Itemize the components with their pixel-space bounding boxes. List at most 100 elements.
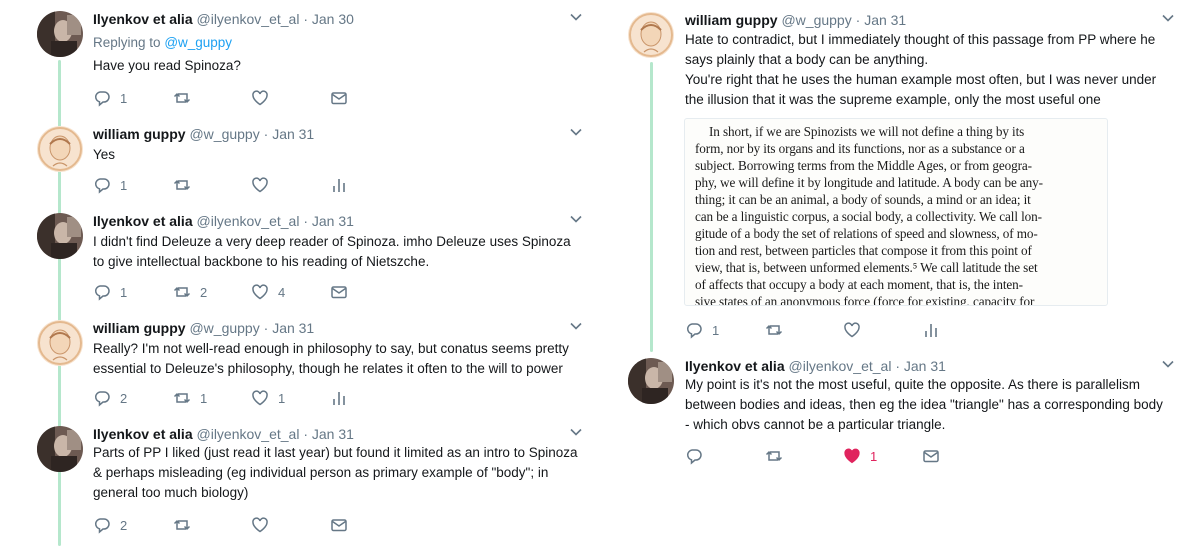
- analytics-button[interactable]: [922, 320, 940, 340]
- avatar-ilyenkov[interactable]: [628, 358, 674, 404]
- excerpt-line: gitude of a body the set of relations of…: [695, 226, 1038, 241]
- reply-button[interactable]: [685, 446, 712, 466]
- chevron-down-icon[interactable]: [569, 10, 583, 24]
- reply-button[interactable]: 2: [93, 515, 127, 535]
- avatar-guppy[interactable]: [37, 126, 83, 172]
- analytics-button[interactable]: [330, 388, 348, 408]
- reply-button[interactable]: 1: [93, 175, 127, 195]
- reply-button[interactable]: 2: [93, 388, 127, 408]
- heart-filled-icon: [844, 448, 860, 464]
- separator: ·: [303, 426, 308, 442]
- author-name[interactable]: Ilyenkov et alia: [685, 358, 785, 374]
- heart-icon: [252, 90, 268, 106]
- reply-icon: [686, 449, 702, 465]
- excerpt-line: thing; it can be an animal, a body of so…: [695, 192, 1031, 207]
- chevron-down-icon[interactable]: [569, 125, 583, 139]
- retweet-icon: [173, 179, 191, 191]
- excerpt-line: of affects that occupy a body at each mo…: [695, 277, 1023, 292]
- like-button[interactable]: [251, 88, 278, 108]
- like-button[interactable]: [251, 175, 278, 195]
- heart-icon: [252, 390, 268, 406]
- tweet-line: - which obvs cannot be a particular tria…: [685, 417, 946, 432]
- analytics-button[interactable]: [330, 175, 348, 195]
- tweet-header: Ilyenkov et alia @ilyenkov_et_al · Jan 3…: [93, 213, 354, 229]
- tweet-line: Parts of PP I liked (just read it last y…: [93, 445, 578, 460]
- author-handle[interactable]: @w_guppy: [781, 12, 851, 28]
- avatar-guppy[interactable]: [37, 320, 83, 366]
- tweet-date[interactable]: Jan 31: [312, 426, 354, 442]
- author-handle[interactable]: @w_guppy: [189, 320, 259, 336]
- analytics-icon: [333, 392, 345, 405]
- chevron-down-icon[interactable]: [569, 425, 583, 439]
- reply-button[interactable]: 1: [685, 320, 719, 340]
- tweet-date[interactable]: Jan 31: [312, 213, 354, 229]
- separator: ·: [895, 358, 900, 374]
- tweet-text: My point is it's not the most useful, qu…: [685, 375, 1163, 435]
- like-button[interactable]: 1: [843, 446, 877, 466]
- mention-link[interactable]: @w_guppy: [164, 35, 232, 50]
- tweet-line: essential to Deleuze's philosophy, thoug…: [93, 361, 563, 376]
- retweet-icon: [173, 286, 191, 298]
- retweet-button[interactable]: [173, 88, 200, 108]
- excerpt-line: view, that is, between unformed elements…: [695, 260, 1038, 275]
- author-name[interactable]: Ilyenkov et alia: [93, 426, 193, 442]
- retweet-button[interactable]: [173, 175, 200, 195]
- retweet-button[interactable]: [173, 515, 200, 535]
- retweet-button[interactable]: 1: [173, 388, 207, 408]
- like-button[interactable]: [251, 515, 278, 535]
- dm-button[interactable]: [330, 282, 348, 302]
- separator: ·: [303, 11, 308, 27]
- tweet-date[interactable]: Jan 30: [312, 11, 354, 27]
- excerpt-line: phy, we will define it by longitude and …: [695, 175, 1043, 190]
- reply-button[interactable]: 1: [93, 282, 127, 302]
- avatar-guppy[interactable]: [628, 12, 674, 58]
- tweet-date[interactable]: Jan 31: [272, 126, 314, 142]
- tweet-header: Ilyenkov et alia @ilyenkov_et_al · Jan 3…: [93, 426, 354, 442]
- separator: ·: [263, 320, 269, 336]
- retweet-button[interactable]: [765, 320, 792, 340]
- author-name[interactable]: Ilyenkov et alia: [93, 11, 193, 27]
- tweet-line: You're right that he uses the human exam…: [685, 72, 1157, 87]
- tweet-line: Yes: [93, 147, 116, 162]
- chevron-down-icon[interactable]: [1161, 11, 1175, 25]
- author-handle[interactable]: @ilyenkov_et_al: [197, 11, 300, 27]
- author-handle[interactable]: @w_guppy: [189, 126, 259, 142]
- chevron-down-icon[interactable]: [569, 319, 583, 333]
- tweet-date[interactable]: Jan 31: [904, 358, 946, 374]
- avatar-ilyenkov[interactable]: [37, 213, 83, 259]
- chevron-down-icon[interactable]: [569, 212, 583, 226]
- reply-count: 1: [120, 90, 128, 106]
- like-button[interactable]: [843, 320, 870, 340]
- avatar-ilyenkov[interactable]: [37, 426, 83, 472]
- author-handle[interactable]: @ilyenkov_et_al: [197, 426, 300, 442]
- author-handle[interactable]: @ilyenkov_et_al: [197, 213, 300, 229]
- retweet-button[interactable]: [765, 446, 792, 466]
- like-button[interactable]: 4: [251, 282, 285, 302]
- dm-button[interactable]: [922, 446, 940, 466]
- tweet-date[interactable]: Jan 31: [272, 320, 314, 336]
- heart-icon: [252, 284, 268, 300]
- author-name[interactable]: william guppy: [93, 320, 186, 336]
- reply-button[interactable]: 1: [93, 88, 127, 108]
- book-excerpt-image[interactable]: In short, if we are Spinozists we will n…: [684, 118, 1108, 306]
- separator: ·: [855, 12, 861, 28]
- retweet-button[interactable]: 2: [173, 282, 207, 302]
- excerpt-line: sive states of an anonymous force (force…: [695, 294, 1035, 306]
- like-button[interactable]: 1: [251, 388, 285, 408]
- tweet-date[interactable]: Jan 31: [864, 12, 906, 28]
- dm-button[interactable]: [330, 88, 348, 108]
- dm-button[interactable]: [330, 515, 348, 535]
- author-name[interactable]: william guppy: [685, 12, 778, 28]
- dm-icon: [331, 286, 347, 299]
- avatar-ilyenkov[interactable]: [37, 11, 83, 57]
- tweet-header: william guppy @w_guppy · Jan 31: [93, 320, 314, 336]
- author-name[interactable]: Ilyenkov et alia: [93, 213, 193, 229]
- chevron-down-icon[interactable]: [1161, 357, 1175, 371]
- tweet-text: Hate to contradict, but I immediately th…: [685, 30, 1156, 110]
- reply-count: 2: [120, 390, 128, 406]
- tweet-line: between bodies and ideas, then eg the id…: [685, 397, 1163, 412]
- excerpt-line: form, nor by its organs and its function…: [695, 141, 1025, 156]
- author-handle[interactable]: @ilyenkov_et_al: [789, 358, 892, 374]
- analytics-icon: [333, 179, 345, 192]
- author-name[interactable]: william guppy: [93, 126, 186, 142]
